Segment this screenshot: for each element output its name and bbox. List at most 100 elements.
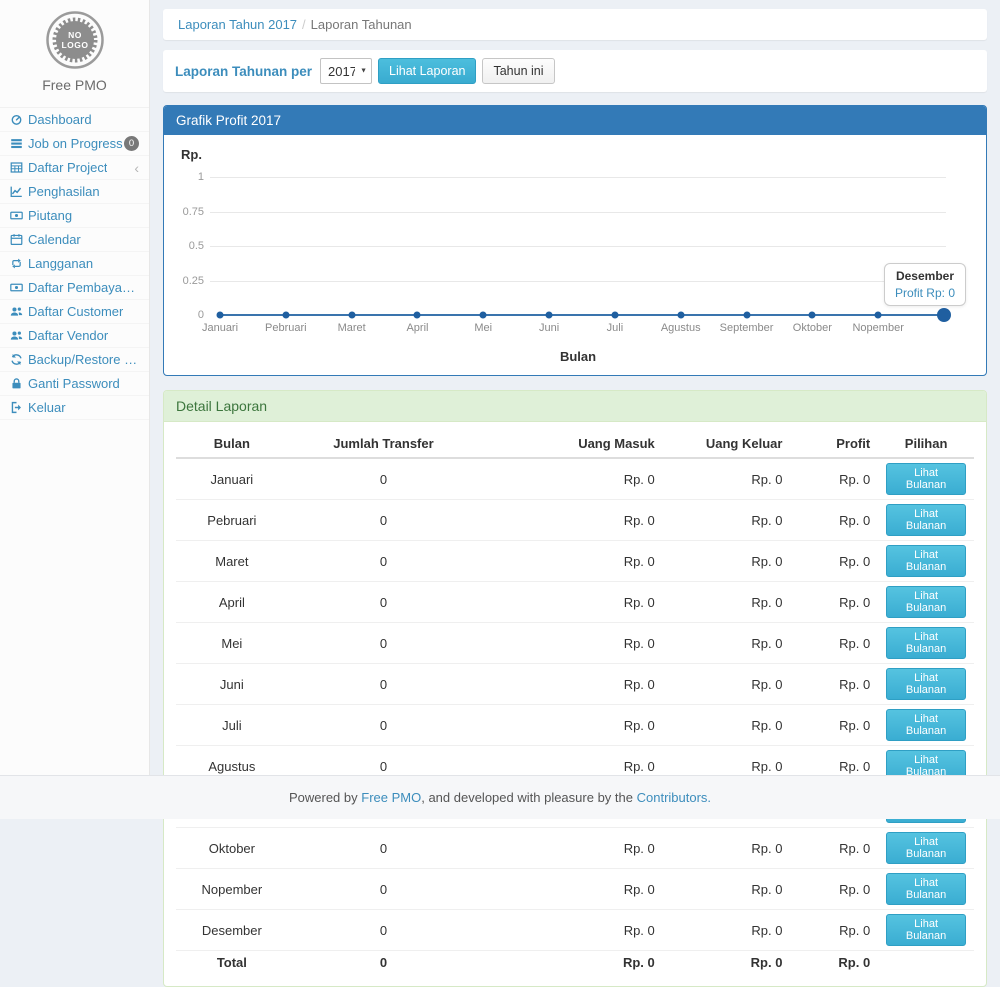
table-row: Maret0Rp. 0Rp. 0Rp. 0Lihat Bulanan — [176, 541, 974, 582]
chart-plot: 00.250.50.751JanuariPebruariMaretAprilMe… — [210, 177, 946, 315]
cell-jumlah-transfer: 0 — [288, 582, 480, 623]
line-chart-icon — [10, 185, 28, 198]
lihat-bulanan-button[interactable]: Lihat Bulanan — [886, 914, 966, 946]
sidebar-item-calendar[interactable]: Calendar — [0, 228, 149, 252]
cell-bulan: Juli — [176, 705, 288, 746]
lihat-bulanan-button[interactable]: Lihat Bulanan — [886, 545, 966, 577]
cell-bulan: Pebruari — [176, 500, 288, 541]
x-tick-label: Januari — [202, 322, 238, 334]
free-pmo-link[interactable]: Free PMO — [361, 790, 421, 805]
cell-uang-keluar: Rp. 0 — [663, 623, 791, 664]
cell-pilihan: Lihat Bulanan — [878, 705, 974, 746]
x-tick-label: Pebruari — [265, 322, 307, 334]
y-tick-label: 0 — [198, 309, 204, 321]
cell-uang-keluar: Rp. 0 — [663, 582, 791, 623]
filter-bar: Laporan Tahunan per 2017 Lihat Laporan T… — [163, 50, 987, 92]
sidebar-item-backup-restore-db[interactable]: Backup/Restore DB — [0, 348, 149, 372]
tahun-ini-button[interactable]: Tahun ini — [482, 58, 554, 84]
lihat-bulanan-button[interactable]: Lihat Bulanan — [886, 873, 966, 905]
sidebar-item-ganti-password[interactable]: Ganti Password — [0, 372, 149, 396]
sidebar-item-label: Daftar Project — [28, 159, 107, 176]
lihat-bulanan-button[interactable]: Lihat Bulanan — [886, 627, 966, 659]
x-tick-label: April — [406, 322, 428, 334]
cell-jumlah-transfer: 0 — [288, 664, 480, 705]
sidebar-item-job-on-progress[interactable]: Job on Progress0 — [0, 132, 149, 156]
cell-uang-masuk: Rp. 0 — [479, 623, 663, 664]
cell-pilihan: Lihat Bulanan — [878, 582, 974, 623]
total-profit: Rp. 0 — [790, 951, 878, 975]
footer-prefix: Powered by — [289, 790, 358, 805]
lihat-bulanan-button[interactable]: Lihat Bulanan — [886, 586, 966, 618]
tasks-icon — [10, 137, 28, 150]
cell-bulan: Maret — [176, 541, 288, 582]
refresh-icon — [10, 353, 28, 366]
chart-tooltip: Desember Profit Rp: 0 — [884, 263, 966, 306]
sidebar-item-penghasilan[interactable]: Penghasilan — [0, 180, 149, 204]
count-badge: 0 — [124, 136, 139, 151]
sidebar-item-daftar-pembayaran[interactable]: Daftar Pembayaran — [0, 276, 149, 300]
table-row: Januari0Rp. 0Rp. 0Rp. 0Lihat Bulanan — [176, 458, 974, 500]
chart-panel-title: Grafik Profit 2017 — [164, 106, 986, 135]
data-point-januari — [217, 312, 224, 319]
cell-uang-keluar: Rp. 0 — [663, 541, 791, 582]
sidebar-item-label: Daftar Vendor — [28, 327, 108, 344]
sidebar-item-daftar-vendor[interactable]: Daftar Vendor — [0, 324, 149, 348]
logo-text-line2: LOGO — [61, 40, 88, 50]
breadcrumb-link[interactable]: Laporan Tahun 2017 — [178, 17, 297, 32]
lihat-bulanan-button[interactable]: Lihat Bulanan — [886, 504, 966, 536]
sidebar-item-piutang[interactable]: Piutang — [0, 204, 149, 228]
footer-middle: , and developed with pleasure by the — [421, 790, 633, 805]
sidebar-item-keluar[interactable]: Keluar — [0, 396, 149, 420]
x-tick-label: Juni — [539, 322, 559, 334]
total-row: Total 0 Rp. 0 Rp. 0 Rp. 0 — [176, 951, 974, 975]
cell-uang-keluar: Rp. 0 — [663, 910, 791, 951]
cell-pilihan: Lihat Bulanan — [878, 828, 974, 869]
cell-pilihan: Lihat Bulanan — [878, 910, 974, 951]
cell-uang-keluar: Rp. 0 — [663, 828, 791, 869]
cell-pilihan: Lihat Bulanan — [878, 664, 974, 705]
sidebar-item-dashboard[interactable]: Dashboard — [0, 108, 149, 132]
cell-bulan: April — [176, 582, 288, 623]
cell-jumlah-transfer: 0 — [288, 500, 480, 541]
sidebar-item-label: Dashboard — [28, 111, 92, 128]
table-row: Oktober0Rp. 0Rp. 0Rp. 0Lihat Bulanan — [176, 828, 974, 869]
lihat-bulanan-button[interactable]: Lihat Bulanan — [886, 463, 966, 495]
data-point-april — [414, 312, 421, 319]
cell-bulan: Desember — [176, 910, 288, 951]
cell-pilihan: Lihat Bulanan — [878, 623, 974, 664]
detail-laporan-panel: Detail Laporan Bulan Jumlah Transfer Uan… — [163, 390, 987, 987]
column-header-bulan: Bulan — [176, 430, 288, 458]
lihat-bulanan-button[interactable]: Lihat Bulanan — [886, 709, 966, 741]
year-select[interactable]: 2017 — [320, 58, 372, 84]
lihat-bulanan-button[interactable]: Lihat Bulanan — [886, 832, 966, 864]
users-icon — [10, 305, 28, 318]
content-area: Laporan Tahun 2017/Laporan Tahunan Lapor… — [150, 0, 1000, 775]
chart-track: JanuariPebruariMaretAprilMeiJuniJuliAgus… — [220, 177, 944, 315]
cell-uang-masuk: Rp. 0 — [479, 705, 663, 746]
x-tick-label: Juli — [607, 322, 624, 334]
cell-uang-masuk: Rp. 0 — [479, 541, 663, 582]
chevron-left-icon: ‹ — [134, 161, 139, 175]
x-tick-label: Maret — [338, 322, 366, 334]
x-axis-title: Bulan — [210, 349, 946, 364]
cell-uang-masuk: Rp. 0 — [479, 458, 663, 500]
data-point-juni — [546, 312, 553, 319]
cell-profit: Rp. 0 — [790, 705, 878, 746]
sidebar-item-daftar-project[interactable]: Daftar Project ‹ — [0, 156, 149, 180]
lihat-laporan-button[interactable]: Lihat Laporan — [378, 58, 476, 84]
column-header-profit: Profit — [790, 430, 878, 458]
sidebar-menu: Dashboard Job on Progress0 Daftar Project ‹… — [0, 107, 149, 420]
sidebar-item-label: Calendar — [28, 231, 81, 248]
sidebar-item-daftar-customer[interactable]: Daftar Customer — [0, 300, 149, 324]
contributors-link[interactable]: Contributors. — [637, 790, 711, 805]
cell-bulan: Nopember — [176, 869, 288, 910]
column-header-uang-keluar: Uang Keluar — [663, 430, 791, 458]
lihat-bulanan-button[interactable]: Lihat Bulanan — [886, 668, 966, 700]
cell-pilihan: Lihat Bulanan — [878, 458, 974, 500]
cell-uang-keluar: Rp. 0 — [663, 664, 791, 705]
data-point-september — [743, 312, 750, 319]
y-tick-label: 0.75 — [183, 206, 204, 218]
cell-pilihan: Lihat Bulanan — [878, 541, 974, 582]
calendar-icon — [10, 233, 28, 246]
sidebar-item-langganan[interactable]: Langganan — [0, 252, 149, 276]
